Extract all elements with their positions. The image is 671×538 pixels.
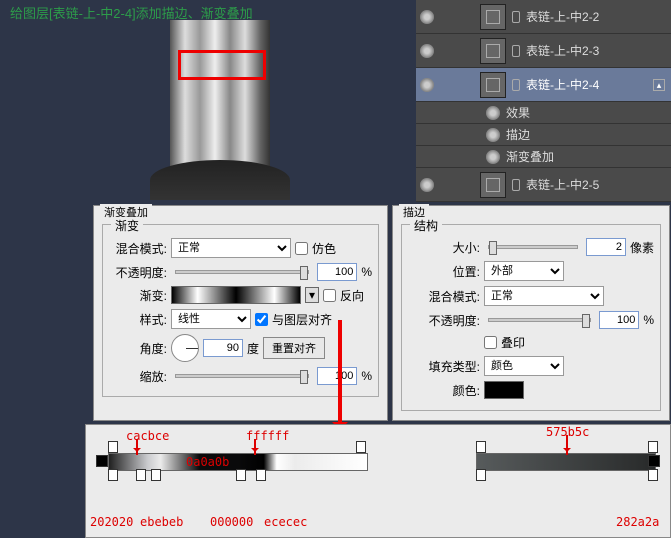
stop-annotation: 202020: [90, 515, 133, 529]
link-icon: [512, 179, 520, 191]
color-stop[interactable]: [648, 469, 658, 481]
size-label: 大小:: [408, 239, 480, 256]
color-stop[interactable]: [236, 469, 246, 481]
opacity-stop[interactable]: [108, 441, 118, 453]
annotation-arrow: [566, 435, 568, 455]
gradient-dropdown-icon[interactable]: ▾: [305, 287, 319, 303]
layer-name: 表链-上-中2-4: [526, 76, 599, 93]
style-label: 样式:: [109, 311, 167, 328]
blend-mode-select[interactable]: 正常: [171, 238, 291, 258]
layer-name: 表链-上-中2-2: [526, 8, 599, 25]
annotation-arrow: [338, 320, 342, 430]
opacity-label: 不透明度:: [408, 312, 480, 329]
layer-row[interactable]: 表链-上-中2-5: [416, 168, 671, 202]
fx-toggle-icon[interactable]: ▴: [653, 79, 665, 91]
section-title: 结构: [410, 217, 442, 234]
align-checkbox[interactable]: [255, 313, 268, 326]
fx-header[interactable]: 效果: [416, 102, 671, 124]
layer-name: 表链-上-中2-3: [526, 42, 599, 59]
blend-mode-select[interactable]: 正常: [484, 286, 604, 306]
stop-annotation: ebebeb: [140, 515, 183, 529]
position-select[interactable]: 外部: [484, 261, 564, 281]
opacity-stop[interactable]: [648, 455, 660, 467]
gradient-label: 渐变:: [109, 287, 167, 304]
layer-thumb: [480, 38, 506, 64]
opacity-stop[interactable]: [356, 441, 366, 453]
overprint-checkbox[interactable]: [484, 336, 497, 349]
align-label: 与图层对齐: [272, 311, 332, 328]
layer-thumb: [480, 172, 506, 198]
opacity-label: 不透明度:: [109, 264, 167, 281]
opacity-stop[interactable]: [648, 441, 658, 453]
opacity-stop[interactable]: [96, 455, 108, 467]
color-label: 颜色:: [408, 382, 480, 399]
opacity-slider[interactable]: [175, 270, 309, 274]
style-select[interactable]: 线性: [171, 309, 251, 329]
color-stop[interactable]: [151, 469, 161, 481]
gradient-preview[interactable]: [171, 286, 301, 304]
color-stop[interactable]: [108, 469, 118, 481]
visibility-icon[interactable]: [420, 178, 434, 192]
opacity-slider[interactable]: [488, 318, 591, 322]
stroke-panel: 描边 结构 大小: 像素 位置: 外部 混合模式: 正常 不透明度: % 叠印: [392, 205, 670, 421]
overprint-label: 叠印: [501, 334, 525, 351]
visibility-icon[interactable]: [420, 10, 434, 24]
link-icon: [512, 45, 520, 57]
layer-row-selected[interactable]: 表链-上-中2-4 ▴: [416, 68, 671, 102]
color-swatch[interactable]: [484, 381, 524, 399]
stop-annotation: 000000: [210, 515, 253, 529]
visibility-icon[interactable]: [420, 44, 434, 58]
scale-slider[interactable]: [175, 374, 309, 378]
color-stop[interactable]: [136, 469, 146, 481]
layer-name: 表链-上-中2-5: [526, 176, 599, 193]
scale-label: 缩放:: [109, 368, 167, 385]
fill-type-select[interactable]: 颜色: [484, 356, 564, 376]
angle-dial[interactable]: [171, 334, 199, 362]
gradient-overlay-panel: 渐变叠加 渐变 混合模式: 正常 仿色 不透明度: % 渐变: ▾ 反向 样式:…: [93, 205, 388, 421]
fill-type-label: 填充类型:: [408, 358, 480, 375]
reverse-label: 反向: [340, 287, 364, 304]
layer-preview: [130, 0, 310, 200]
angle-input[interactable]: [203, 339, 243, 357]
opacity-input[interactable]: [599, 311, 639, 329]
highlight-box: [178, 50, 266, 80]
layers-panel: 表链-上-中2-2 表链-上-中2-3 表链-上-中2-4 ▴ 效果 描边 渐变…: [416, 0, 671, 202]
angle-label: 角度:: [109, 340, 167, 357]
blend-label: 混合模式:: [408, 288, 480, 305]
link-icon: [512, 79, 520, 91]
opacity-stop[interactable]: [476, 441, 486, 453]
stop-annotation: ffffff: [246, 429, 289, 443]
layer-thumb: [480, 4, 506, 30]
stop-annotation: 0a0a0b: [186, 455, 229, 469]
dither-label: 仿色: [312, 240, 336, 257]
color-stop[interactable]: [256, 469, 266, 481]
size-slider[interactable]: [488, 245, 578, 249]
position-label: 位置:: [408, 263, 480, 280]
reset-align-button[interactable]: 重置对齐: [263, 337, 325, 359]
annotation-arrow: [254, 439, 256, 455]
opacity-input[interactable]: [317, 263, 357, 281]
visibility-icon[interactable]: [486, 106, 500, 120]
fx-stroke[interactable]: 描边: [416, 124, 671, 146]
layer-thumb: [480, 72, 506, 98]
size-input[interactable]: [586, 238, 626, 256]
visibility-icon[interactable]: [486, 128, 500, 142]
link-icon: [512, 11, 520, 23]
visibility-icon[interactable]: [420, 78, 434, 92]
visibility-icon[interactable]: [486, 150, 500, 164]
layer-row[interactable]: 表链-上-中2-3: [416, 34, 671, 68]
gradient-editor: cacbce ffffff 0a0a0b 575b5c 202020 ebebe…: [85, 424, 671, 538]
dither-checkbox[interactable]: [295, 242, 308, 255]
blend-label: 混合模式:: [109, 240, 167, 257]
section-title: 渐变: [111, 217, 143, 234]
stop-annotation: cacbce: [126, 429, 169, 443]
annotation-arrow: [136, 439, 138, 455]
reverse-checkbox[interactable]: [323, 289, 336, 302]
stop-annotation: 282a2a: [616, 515, 659, 529]
stop-annotation: ececec: [264, 515, 307, 529]
layer-row[interactable]: 表链-上-中2-2: [416, 0, 671, 34]
color-stop[interactable]: [476, 469, 486, 481]
fx-gradient[interactable]: 渐变叠加: [416, 146, 671, 168]
